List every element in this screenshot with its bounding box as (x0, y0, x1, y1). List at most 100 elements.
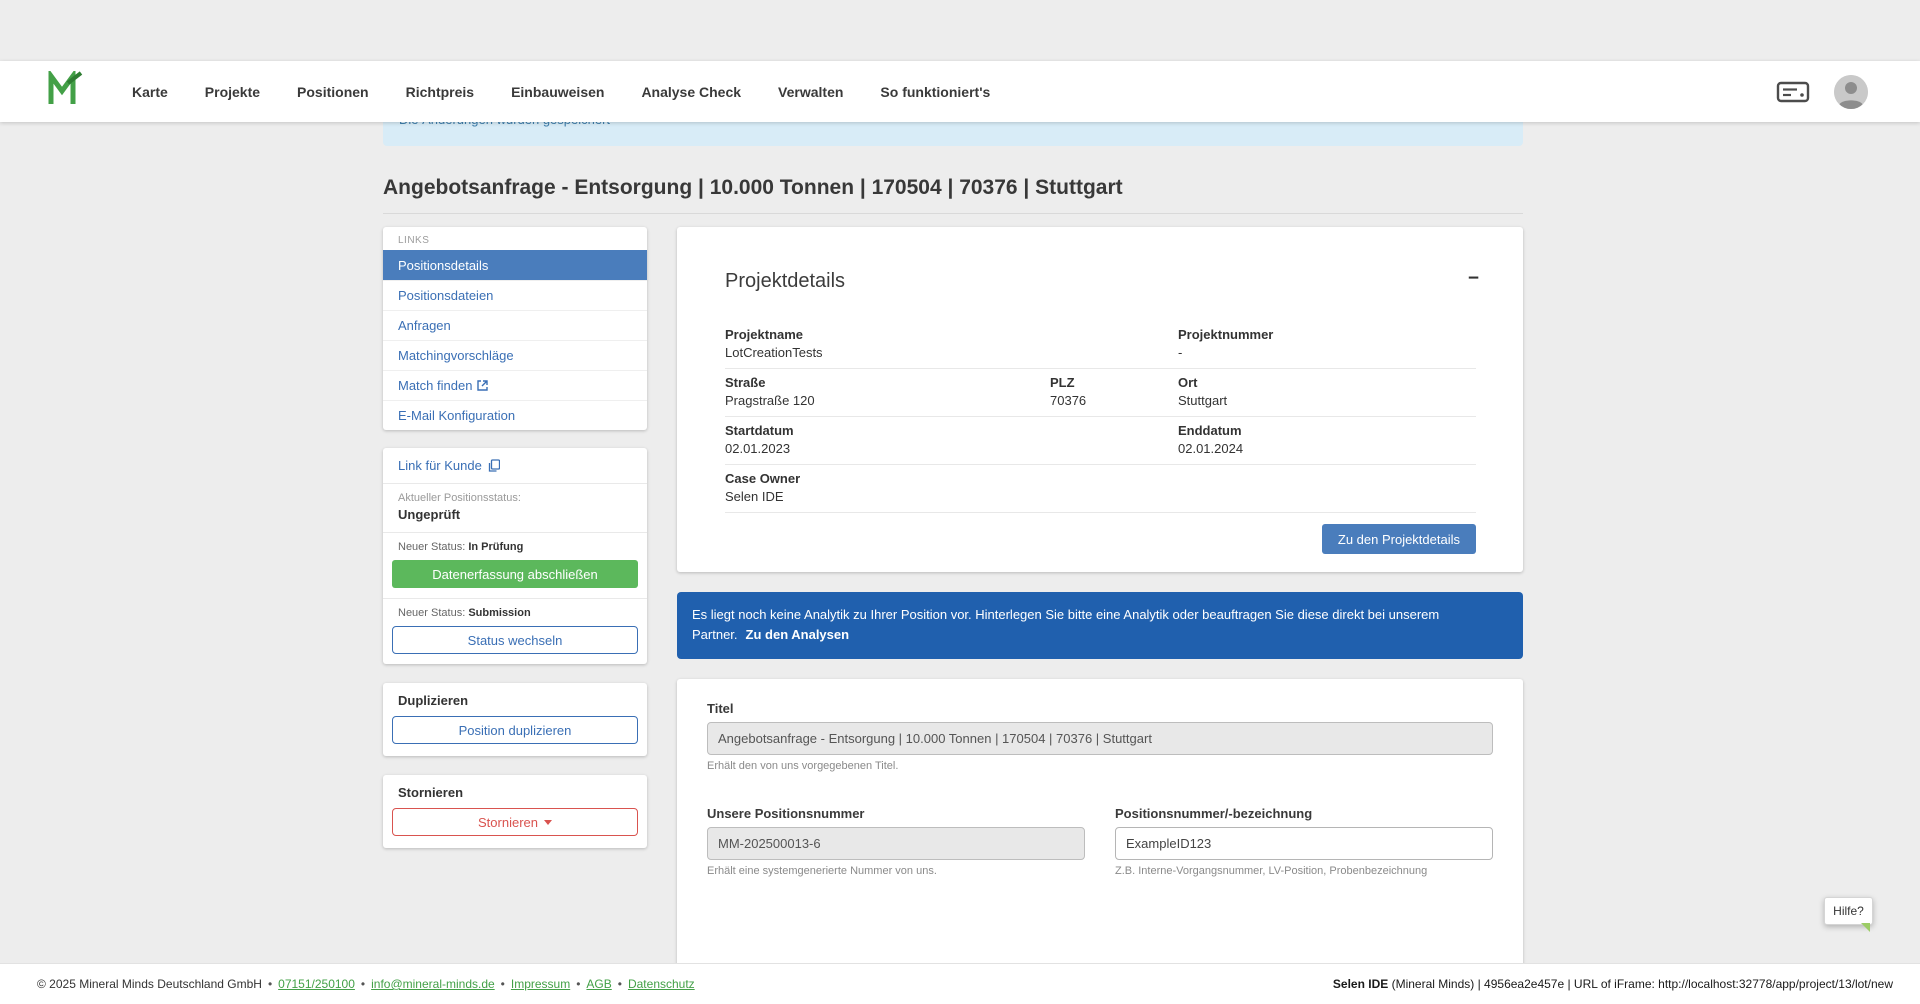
next-status-value: Submission (468, 607, 530, 619)
datenschutz-link[interactable]: Datenschutz (628, 977, 695, 991)
strasse-value: Pragstraße 120 (725, 393, 1050, 408)
status-card: Link für Kunde Aktueller Positionsstatus… (383, 448, 647, 664)
collapse-icon[interactable]: − (1468, 269, 1479, 288)
title-divider (383, 213, 1523, 214)
sidebar-item-positionsdetails[interactable]: Positionsdetails (383, 250, 647, 280)
positionsnummer-input[interactable] (1115, 827, 1493, 860)
titel-label: Titel (707, 701, 1493, 716)
nav-item-richtpreis[interactable]: Richtpreis (406, 84, 474, 100)
projektnummer-label: Projektnummer (1178, 327, 1476, 342)
projektnummer-value: - (1178, 345, 1476, 360)
sidebar-item-match-finden[interactable]: Match finden (383, 370, 647, 400)
strasse-label: Straße (725, 375, 1050, 390)
cancel-dropdown-button[interactable]: Stornieren (392, 808, 638, 836)
nav-item-so-funktionierts[interactable]: So funktioniert's (880, 84, 990, 100)
sidebar-item-label: Matchingvorschläge (398, 348, 514, 363)
top-navbar: Karte Projekte Positionen Richtpreis Ein… (0, 61, 1920, 122)
next-status-submission-section: Neuer Status: Submission Status wechseln (383, 598, 647, 664)
sidebar-item-label: E-Mail Konfiguration (398, 408, 515, 423)
help-button-label: Hilfe? (1833, 904, 1864, 918)
enddatum-value: 02.01.2024 (1178, 441, 1476, 456)
nav-item-analyse-check[interactable]: Analyse Check (641, 84, 741, 100)
nav-item-verwalten[interactable]: Verwalten (778, 84, 843, 100)
positionsnummer-help: Z.B. Interne-Vorgangsnummer, LV-Position… (1115, 865, 1493, 877)
sidebar-item-matchingvorschlaege[interactable]: Matchingvorschläge (383, 340, 647, 370)
projektname-label: Projektname (725, 327, 1178, 342)
separator: • (361, 977, 365, 991)
sidebar-item-positionsdateien[interactable]: Positionsdateien (383, 280, 647, 310)
cancel-card: Stornieren Stornieren (383, 775, 647, 848)
current-status-value: Ungeprüft (398, 507, 632, 522)
enddatum-label: Enddatum (1178, 423, 1476, 438)
sidebar-item-anfragen[interactable]: Anfragen (383, 310, 647, 340)
unsere-positionsnummer-input (707, 827, 1085, 860)
customer-link[interactable]: Link für Kunde (383, 448, 647, 483)
sidebar-item-email-konfiguration[interactable]: E-Mail Konfiguration (383, 400, 647, 430)
sidebar-item-label: Positionsdateien (398, 288, 493, 303)
email-link[interactable]: info@mineral-minds.de (371, 977, 495, 991)
project-row-dates: Startdatum 02.01.2023 Enddatum 02.01.202… (725, 417, 1476, 465)
copyright-text: © 2025 Mineral Minds Deutschland GmbH (37, 977, 262, 991)
nav-item-positionen[interactable]: Positionen (297, 84, 369, 100)
go-to-project-details-button[interactable]: Zu den Projektdetails (1322, 524, 1476, 554)
startdatum-value: 02.01.2023 (725, 441, 1178, 456)
footer-session-info: Selen IDE (Mineral Minds) | 4956ea2e457e… (1333, 977, 1893, 991)
next-status-pruefung-section: Neuer Status: In Prüfung Datenerfassung … (383, 532, 647, 598)
mineral-minds-logo[interactable] (46, 71, 84, 112)
case-owner-value: Selen IDE (725, 489, 1476, 504)
footer: © 2025 Mineral Minds Deutschland GmbH • … (0, 963, 1920, 1004)
impressum-link[interactable]: Impressum (511, 977, 570, 991)
unsere-positionsnummer-help: Erhält eine systemgenerierte Nummer von … (707, 865, 1085, 877)
next-status-prefix: Neuer Status: (398, 541, 465, 553)
separator: • (618, 977, 622, 991)
go-to-analyses-link[interactable]: Zu den Analysen (746, 627, 850, 642)
project-row-address: Straße Pragstraße 120 PLZ 70376 Ort Stut… (725, 369, 1476, 417)
sidebar-item-label: Positionsdetails (398, 258, 488, 273)
main-navigation: Karte Projekte Positionen Richtpreis Ein… (132, 84, 990, 100)
sidebar-item-label: Match finden (398, 378, 472, 393)
next-status-label: Neuer Status: Submission (398, 607, 632, 619)
project-details-title: Projektdetails (725, 267, 1476, 295)
external-link-icon (477, 380, 488, 391)
current-status-label: Aktueller Positionsstatus: (398, 492, 632, 504)
position-number-group: Positionsnummer/-bezeichnung Z.B. Intern… (1115, 806, 1493, 877)
positionsnummer-label: Positionsnummer/-bezeichnung (1115, 806, 1493, 821)
phone-link[interactable]: 07151/250100 (278, 977, 355, 991)
titel-help: Erhält den von uns vorgegebenen Titel. (707, 760, 1493, 772)
position-form-card: Titel Erhält den von uns vorgegebenen Ti… (677, 679, 1523, 969)
sidebar-links-card: LINKS Positionsdetails Positionsdateien … (383, 227, 647, 430)
plz-value: 70376 (1050, 393, 1178, 408)
cancel-title: Stornieren (398, 785, 632, 800)
complete-data-entry-button[interactable]: Datenerfassung abschließen (392, 560, 638, 588)
chevron-down-icon (544, 820, 552, 825)
session-details: (Mineral Minds) | 4956ea2e457e | URL of … (1388, 977, 1893, 991)
server-icon[interactable] (1776, 80, 1810, 104)
project-details-card: Projektdetails − Projektname LotCreation… (677, 227, 1523, 572)
duplicate-title: Duplizieren (398, 693, 632, 708)
switch-status-button[interactable]: Status wechseln (392, 626, 638, 654)
separator: • (268, 977, 272, 991)
next-status-label: Neuer Status: In Prüfung (398, 541, 632, 553)
duplicate-position-button[interactable]: Position duplizieren (392, 716, 638, 744)
nav-item-einbauweisen[interactable]: Einbauweisen (511, 84, 604, 100)
agb-link[interactable]: AGB (586, 977, 611, 991)
separator: • (576, 977, 580, 991)
project-row-owner: Case Owner Selen IDE (725, 465, 1476, 513)
customer-link-label: Link für Kunde (398, 458, 482, 473)
help-beacon-tail (1861, 923, 1870, 932)
page-container: Die Änderungen wurden gespeichert Angebo… (383, 61, 1523, 969)
navbar-right-actions (1776, 75, 1868, 109)
project-row-name: Projektname LotCreationTests Projektnumm… (725, 321, 1476, 369)
ort-label: Ort (1178, 375, 1476, 390)
page-title: Angebotsanfrage - Entsorgung | 10.000 To… (383, 174, 1523, 202)
logo-icon (46, 71, 84, 112)
nav-item-karte[interactable]: Karte (132, 84, 168, 100)
help-button[interactable]: Hilfe? (1824, 897, 1873, 925)
next-status-value: In Prüfung (468, 541, 523, 553)
sidebar-item-label: Anfragen (398, 318, 451, 333)
startdatum-label: Startdatum (725, 423, 1178, 438)
case-owner-label: Case Owner (725, 471, 1476, 486)
nav-item-projekte[interactable]: Projekte (205, 84, 260, 100)
footer-left: © 2025 Mineral Minds Deutschland GmbH • … (37, 977, 695, 991)
user-avatar[interactable] (1834, 75, 1868, 109)
